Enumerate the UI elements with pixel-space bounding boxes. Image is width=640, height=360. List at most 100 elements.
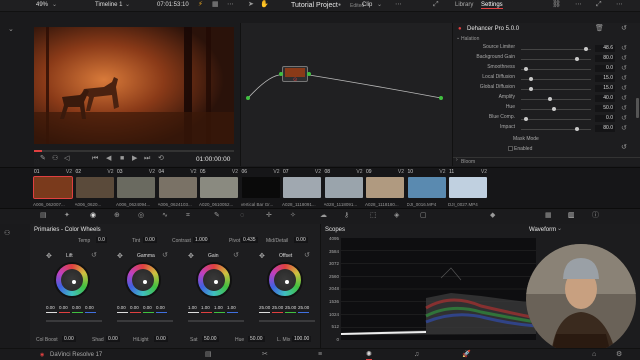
more-icon[interactable]: ⋯ xyxy=(616,1,623,9)
pivot-field[interactable]: 0.435 xyxy=(241,237,258,243)
more-icon[interactable]: ⋯ xyxy=(227,1,234,9)
chevron-down-icon[interactable]: ⌄ xyxy=(125,1,130,9)
wheel-picker-icon[interactable]: ✥ xyxy=(188,252,194,260)
blur-icon[interactable]: ☁ xyxy=(320,212,327,220)
tint-field[interactable]: 0.00 xyxy=(143,237,157,243)
speaker-icon[interactable]: ◁ xyxy=(64,155,69,163)
more-icon[interactable]: ⋯ xyxy=(395,1,402,9)
wheel-picker-icon[interactable]: ✥ xyxy=(259,252,265,260)
grid-icon[interactable]: ▦ xyxy=(545,212,552,220)
setting-value-field[interactable]: 80.0 xyxy=(595,125,615,132)
panel-scrollbar[interactable] xyxy=(636,98,639,118)
expand-icon[interactable]: ⤢ xyxy=(596,1,602,9)
timeline-selector[interactable]: Timeline 1 xyxy=(95,2,122,8)
reset-icon[interactable]: ↺ xyxy=(91,251,97,259)
node-input-dot[interactable] xyxy=(279,72,283,76)
slider-knob[interactable] xyxy=(551,107,556,111)
output-dot[interactable] xyxy=(439,96,443,100)
master-wheel-slider[interactable] xyxy=(117,320,173,322)
enabled-checkbox[interactable] xyxy=(508,146,513,151)
clip-selector[interactable]: Clip xyxy=(362,2,372,8)
wheel-puck[interactable] xyxy=(143,280,147,284)
deliver-page-icon[interactable]: 🚀 xyxy=(462,351,471,359)
chevron-down-icon[interactable]: ⌄ xyxy=(557,225,562,233)
wheel-value[interactable]: 1.00 xyxy=(227,305,236,310)
section-halation[interactable]: Halation xyxy=(461,36,479,42)
reset-icon[interactable]: ↺ xyxy=(621,44,627,52)
slider-knob[interactable] xyxy=(524,117,529,121)
wheel-value[interactable]: 0.00 xyxy=(130,305,139,310)
clip-thumbnail[interactable]: 02 V2 A006_0620... xyxy=(75,169,115,207)
color-match-icon[interactable]: ✦ xyxy=(64,212,70,220)
setting-slider[interactable] xyxy=(521,99,591,100)
reset-icon[interactable]: ↺ xyxy=(621,64,627,72)
reset-icon[interactable]: ↺ xyxy=(621,124,627,132)
reset-icon[interactable]: ↺ xyxy=(621,104,627,112)
video-viewer[interactable] xyxy=(34,27,234,144)
mid-detail-field[interactable]: 0.00 xyxy=(294,237,308,243)
wheel-puck[interactable] xyxy=(285,280,289,284)
setting-value-field[interactable]: 15.0 xyxy=(595,75,615,82)
sat-field[interactable]: 50.00 xyxy=(202,336,219,342)
wheel-picker-icon[interactable]: ✥ xyxy=(46,252,52,260)
zoom-level[interactable]: 49% xyxy=(36,2,48,8)
lut-icon[interactable]: ▤ xyxy=(40,212,47,220)
scope-mode-select[interactable]: Waveform xyxy=(529,227,556,233)
wheel-value[interactable]: 0.00 xyxy=(143,305,152,310)
trash-icon[interactable]: 🗑 xyxy=(595,25,604,33)
setting-value-field[interactable]: 15.0 xyxy=(595,85,615,92)
setting-slider[interactable] xyxy=(521,109,591,110)
fairlight-page-icon[interactable]: ♫ xyxy=(414,351,419,359)
wheel-value[interactable]: 25.00 xyxy=(298,305,309,310)
master-wheel-slider[interactable] xyxy=(188,320,244,322)
wheel-value[interactable]: 0.00 xyxy=(46,305,55,310)
chevron-down-icon[interactable]: ⌄ xyxy=(456,34,460,42)
clip-thumbnail[interactable]: 04 V2 A006_0624103... xyxy=(158,169,198,207)
cut-page-icon[interactable]: ✂ xyxy=(262,351,268,359)
setting-slider[interactable] xyxy=(521,69,591,70)
plugin-enabled-icon[interactable]: ● xyxy=(458,26,462,32)
gear-icon[interactable]: ⚙ xyxy=(616,351,622,359)
window-icon[interactable]: ◌ xyxy=(240,212,244,220)
reset-icon[interactable]: ↺ xyxy=(621,54,627,62)
col-boost-field[interactable]: 0.00 xyxy=(62,336,76,342)
reset-icon[interactable]: ↺ xyxy=(621,94,627,102)
reset-icon[interactable]: ↺ xyxy=(621,144,627,152)
slider-knob[interactable] xyxy=(583,47,588,51)
slider-knob[interactable] xyxy=(548,97,553,101)
scrubber-track[interactable] xyxy=(34,150,234,152)
color-page-icon[interactable]: ✺ xyxy=(366,351,372,360)
reset-icon[interactable]: ↺ xyxy=(304,251,310,259)
clip-thumbnail[interactable]: 09 V2 A028_1118180... xyxy=(365,169,405,207)
setting-slider[interactable] xyxy=(521,119,591,120)
viewer-options-icon[interactable]: ⚇ xyxy=(52,155,58,163)
setting-value-field[interactable]: 0.0 xyxy=(595,115,615,122)
color-warper-icon[interactable]: ⌗ xyxy=(186,212,190,220)
color-wheel[interactable] xyxy=(196,262,232,298)
play-icon[interactable]: ▶ xyxy=(132,155,137,163)
wheel-value[interactable]: 25.00 xyxy=(285,305,296,310)
wheel-value[interactable]: 1.00 xyxy=(201,305,210,310)
wheel-value[interactable]: 1.00 xyxy=(214,305,223,310)
last-frame-icon[interactable]: ⏭ xyxy=(144,155,150,163)
color-node-01[interactable]: ⊙ xyxy=(282,66,308,83)
clip-thumbnail[interactable]: 11 V2 DJI_0027.MP4 xyxy=(448,169,488,207)
wheel-value[interactable]: 0.00 xyxy=(72,305,81,310)
tab-settings[interactable]: Settings xyxy=(481,2,503,9)
hue-field[interactable]: 50.00 xyxy=(248,336,265,342)
scopes-icon[interactable]: ▥ xyxy=(568,212,575,220)
color-wheel[interactable] xyxy=(54,262,90,298)
wheel-value[interactable]: 25.00 xyxy=(272,305,283,310)
temp-field[interactable]: 0.0 xyxy=(96,237,107,243)
chevron-down-icon[interactable]: ⌄ xyxy=(52,1,57,9)
color-wheel[interactable] xyxy=(267,262,303,298)
setting-value-field[interactable]: 0.0 xyxy=(595,65,615,72)
layer-icon[interactable]: ▢ xyxy=(420,212,427,220)
pen-icon[interactable]: ✎ xyxy=(40,155,46,163)
reverse-play-icon[interactable]: ◀ xyxy=(106,155,111,163)
node-output-dot[interactable] xyxy=(307,72,311,76)
rgb-mixer-icon[interactable]: ⊕ xyxy=(114,212,120,220)
reset-icon[interactable]: ↺ xyxy=(162,251,168,259)
shad-field[interactable]: 0.00 xyxy=(106,336,120,342)
wheel-value[interactable]: 0.00 xyxy=(117,305,126,310)
